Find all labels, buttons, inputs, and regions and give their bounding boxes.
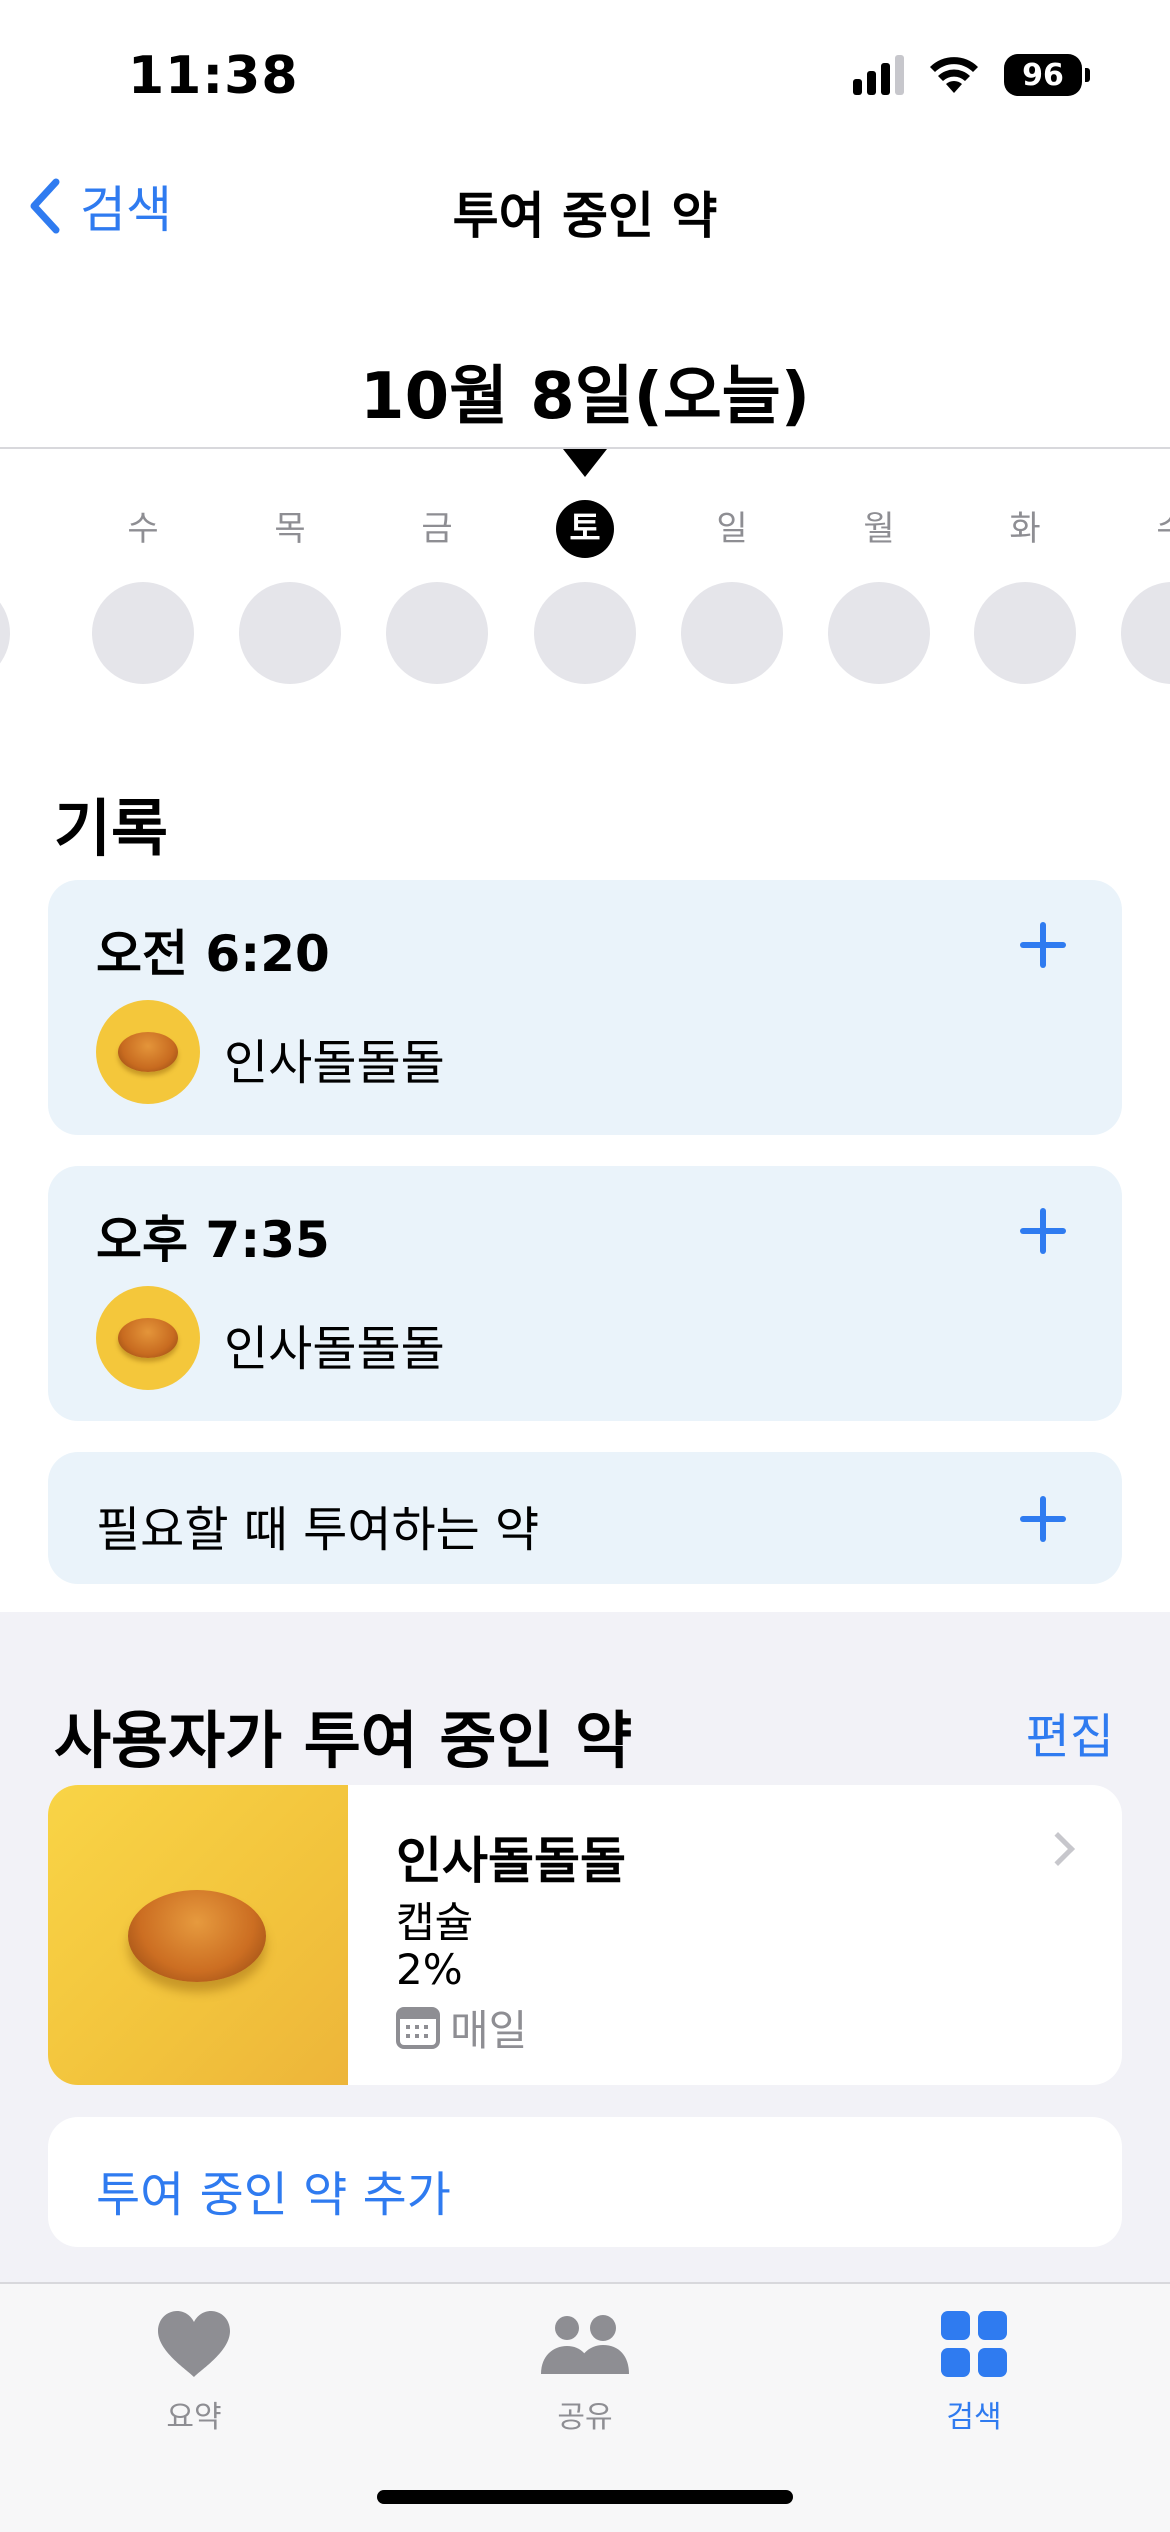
log-entry-medication: 인사돌돌돌	[224, 1321, 445, 1377]
day-progress-ring	[92, 582, 194, 684]
battery-level: 96	[1004, 54, 1082, 96]
chevron-right-icon	[1041, 1832, 1075, 1866]
day-label: 수	[127, 509, 159, 549]
as-needed-card[interactable]: 필요할 때 투여하는 약	[48, 1452, 1122, 1584]
log-entry-card[interactable]: 오전 6:20 인사돌돌돌	[48, 880, 1122, 1135]
as-needed-label: 필요할 때 투여하는 약	[96, 1502, 540, 1558]
capsule-icon	[128, 1890, 266, 1982]
log-entry-medication: 인사돌돌돌	[224, 1035, 445, 1091]
day-item-today[interactable]: 토	[530, 500, 640, 684]
medication-schedule: 매일	[396, 1997, 527, 2058]
tab-summary[interactable]: 요약	[94, 2302, 294, 2436]
day-label: 수	[1143, 500, 1170, 558]
calendar-icon	[396, 2006, 440, 2049]
day-progress-ring	[828, 582, 930, 684]
battery-icon: 96	[1004, 54, 1090, 96]
day-item[interactable]: 월	[824, 500, 934, 684]
tab-browse[interactable]: 검색	[874, 2302, 1074, 2436]
log-entry-card[interactable]: 오후 7:35 인사돌돌돌	[48, 1166, 1122, 1421]
cellular-signal-icon	[853, 55, 904, 95]
add-log-plus-icon[interactable]	[1020, 1208, 1066, 1254]
tab-label: 공유	[557, 2400, 613, 2435]
medication-card[interactable]: 인사돌돌돌 캡슐 2% 매일	[48, 1785, 1122, 2085]
schedule-label: 매일	[450, 2006, 528, 2055]
day-label: 토	[556, 500, 614, 558]
day-item[interactable]: 목	[235, 500, 345, 684]
medication-strength: 2%	[396, 1945, 463, 1994]
medication-thumbnail	[48, 1785, 348, 2085]
day-item[interactable]: 수	[1117, 500, 1170, 684]
people-icon	[541, 2315, 629, 2374]
day-progress-ring	[1121, 582, 1170, 684]
day-label: 일	[716, 509, 748, 549]
day-item[interactable]: 일	[677, 500, 787, 684]
tab-sharing[interactable]: 공유	[485, 2302, 685, 2436]
day-label: 목	[274, 509, 306, 549]
status-icons: 96	[853, 54, 1090, 96]
tab-label: 검색	[946, 2400, 1002, 2435]
log-entry-time: 오후 7:35	[96, 1211, 330, 1269]
pill-icon	[96, 1000, 200, 1104]
add-log-plus-icon[interactable]	[1020, 922, 1066, 968]
add-medication-label: 투여 중인 약 추가	[96, 2167, 451, 2223]
day-progress-ring	[0, 582, 10, 684]
day-item[interactable]: 화	[970, 500, 1080, 684]
pill-icon	[96, 1286, 200, 1390]
week-strip[interactable]: 화 수 목 금 토 일 월 화 수	[0, 500, 1170, 700]
home-indicator[interactable]	[377, 2490, 793, 2504]
day-progress-ring	[386, 582, 488, 684]
day-label: 월	[863, 509, 895, 549]
day-label: 금	[421, 509, 453, 549]
day-label: 화	[1009, 509, 1041, 549]
status-time: 11:38	[128, 46, 299, 106]
day-progress-ring	[239, 582, 341, 684]
day-item[interactable]: 수	[88, 500, 198, 684]
add-as-needed-plus-icon[interactable]	[1020, 1496, 1066, 1542]
page-title: 투여 중인 약	[452, 187, 718, 245]
day-progress-ring	[681, 582, 783, 684]
log-entry-time: 오전 6:20	[96, 925, 330, 983]
heart-icon	[158, 2311, 230, 2377]
day-progress-ring	[534, 582, 636, 684]
day-progress-ring	[974, 582, 1076, 684]
log-heading: 기록	[54, 792, 169, 865]
wifi-icon	[930, 57, 978, 93]
status-bar: 11:38 96	[0, 0, 1170, 150]
date-title: 10월 8일(오늘)	[360, 360, 810, 434]
edit-button[interactable]: 편집	[1026, 1697, 1114, 1767]
add-medication-button[interactable]: 투여 중인 약 추가	[48, 2117, 1122, 2247]
grid-icon	[941, 2311, 1007, 2377]
medication-name: 인사돌돌돌	[396, 1832, 626, 1890]
medication-form: 캡슐	[396, 1898, 474, 1947]
today-pointer-icon	[563, 449, 607, 477]
day-item[interactable]: 금	[382, 500, 492, 684]
medications-heading: 사용자가 투여 중인 약	[54, 1704, 633, 1777]
day-item[interactable]: 화	[0, 500, 14, 684]
tab-label: 요약	[166, 2400, 222, 2435]
